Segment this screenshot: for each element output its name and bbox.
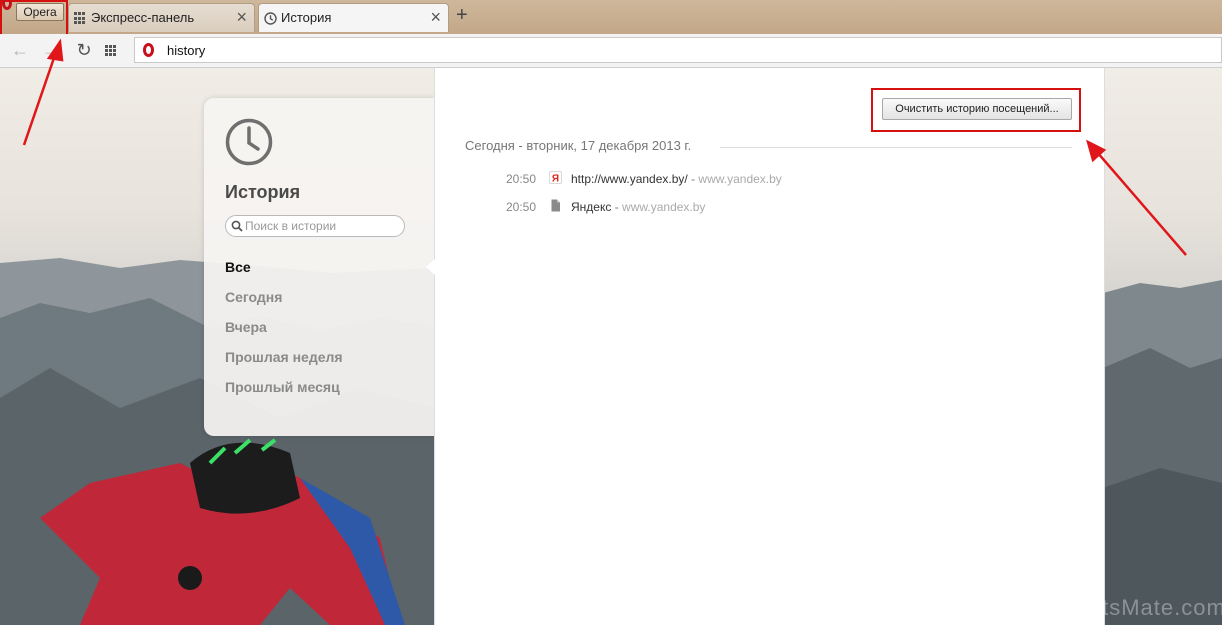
selected-filter-pointer	[426, 259, 435, 275]
back-button[interactable]: ←	[9, 39, 31, 61]
entry-time: 20:50	[506, 200, 537, 214]
reload-button[interactable]: ↻	[73, 39, 95, 61]
new-tab-button[interactable]: +	[456, 4, 468, 27]
opera-logo-icon	[2, 0, 12, 10]
entry-title[interactable]: http://www.yandex.by/	[571, 172, 688, 186]
filter-today[interactable]: Сегодня	[225, 287, 343, 317]
toolbar: ← → ↻ history	[0, 34, 1222, 68]
clock-icon	[225, 118, 273, 166]
entry-domain: www.yandex.by	[622, 200, 706, 214]
entry-title[interactable]: Яндекс	[571, 200, 611, 214]
history-search-box[interactable]	[225, 215, 405, 237]
entry-link[interactable]: http://www.yandex.by/ - www.yandex.by	[571, 172, 782, 186]
yandex-favicon-icon: Я	[549, 171, 562, 184]
tab-label: История	[281, 10, 332, 25]
tab-bar: Opera Экспресс-панель × История × +	[0, 0, 1222, 37]
tab-history[interactable]: История ×	[258, 3, 449, 32]
close-tab-icon[interactable]: ×	[236, 7, 247, 28]
history-filter-list: Все Сегодня Вчера Прошлая неделя Прошлый…	[225, 257, 343, 407]
filter-last-month[interactable]: Прошлый месяц	[225, 377, 343, 407]
entry-link[interactable]: Яндекс - www.yandex.by	[571, 200, 705, 214]
history-sidebar: История Все Сегодня Вчера Прошлая неделя…	[204, 98, 435, 436]
opera-badge-icon	[143, 43, 154, 57]
speed-dial-grid-icon	[105, 45, 127, 56]
filter-all[interactable]: Все	[225, 257, 343, 287]
entry-separator: -	[691, 172, 696, 186]
tab-speed-dial[interactable]: Экспресс-панель ×	[68, 3, 255, 32]
tab-label: Экспресс-панель	[91, 10, 195, 25]
address-bar[interactable]: history	[134, 37, 1222, 63]
entry-separator: -	[614, 200, 619, 214]
clear-history-button[interactable]: Очистить историю посещений...	[882, 98, 1072, 120]
date-divider	[720, 147, 1072, 148]
history-search-input[interactable]	[245, 218, 395, 234]
speed-dial-grid-icon	[74, 12, 87, 25]
watermark: NetsMate.com	[1072, 595, 1222, 620]
opera-menu-button[interactable]: Opera	[16, 3, 64, 21]
address-url[interactable]: history	[167, 43, 205, 58]
close-tab-icon[interactable]: ×	[430, 7, 441, 28]
clear-history-highlight: Очистить историю посещений...	[871, 88, 1081, 132]
entry-time: 20:50	[506, 172, 537, 186]
opera-menu-highlight: Opera	[0, 0, 68, 37]
search-icon	[231, 220, 243, 232]
forward-button[interactable]: →	[40, 39, 62, 61]
clock-icon	[264, 12, 277, 25]
filter-last-week[interactable]: Прошлая неделя	[225, 347, 343, 377]
entry-domain: www.yandex.by	[698, 172, 782, 186]
sidebar-title: История	[225, 182, 301, 202]
svg-text:Я: Я	[552, 174, 559, 185]
date-heading: Сегодня - вторник, 17 декабря 2013 г.	[465, 138, 692, 153]
speed-dial-button[interactable]	[105, 39, 127, 61]
page-icon	[551, 199, 560, 212]
filter-yesterday[interactable]: Вчера	[225, 317, 343, 347]
